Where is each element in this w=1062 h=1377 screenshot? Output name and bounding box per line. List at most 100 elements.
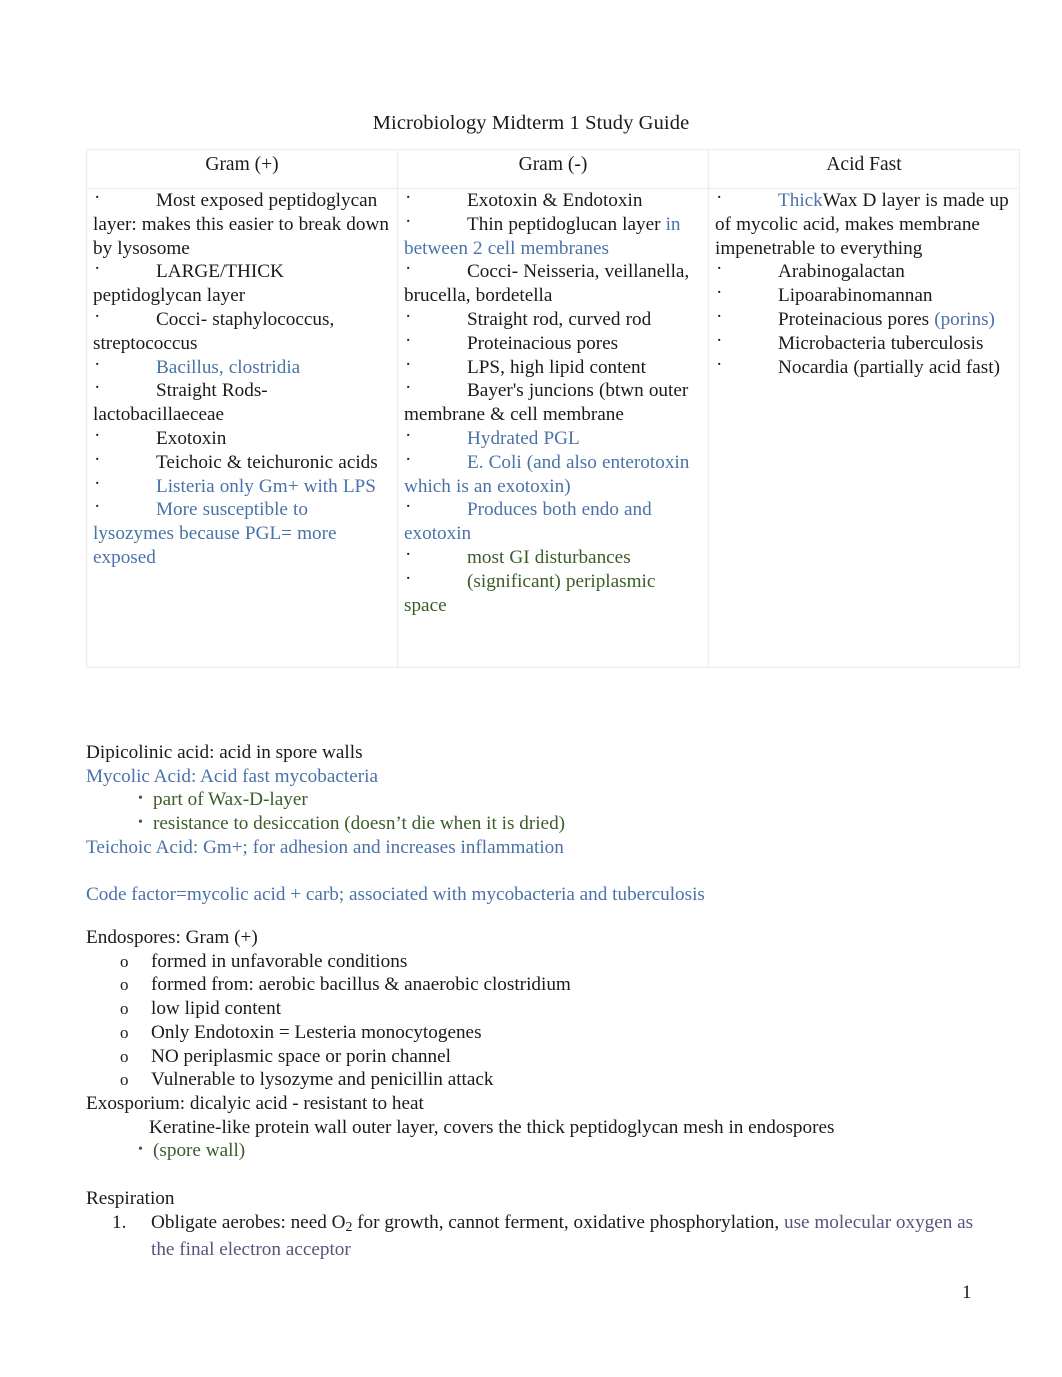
list-item-text: Straight rod, curved rod (404, 308, 702, 332)
code-factor-line: Code factor=mycolic acid + carb; associa… (86, 884, 705, 906)
text-run: Exotoxin & Endotoxin (467, 190, 643, 211)
list-item-text: Listeria only Gm+ with LPS (93, 475, 391, 499)
exosporium-line: Exosporium: dicalyic acid - resistant to… (86, 1092, 424, 1114)
list-item-text: Arabinogalactan (715, 260, 1013, 284)
list-item-text: More susceptible to lysozymes because PG… (93, 498, 391, 569)
list-item: More susceptible to lysozymes because PG… (93, 495, 391, 569)
list-item: Nocardia (partially acid fast) (715, 353, 1013, 380)
mycolic-acid-line: Mycolic Acid: Acid fast mycobacteria (86, 765, 378, 787)
text-run: Proteinacious pores (778, 308, 935, 330)
list-item-text: most GI disturbances (404, 546, 702, 570)
list-item: Vulnerable to lysozyme and penicillin at… (86, 1068, 986, 1092)
list-item-text: Exotoxin (93, 427, 391, 451)
list-item-text: Teichoic & teichuronic acids (93, 451, 391, 475)
list-item: LARGE/THICK peptidoglycan layer (93, 257, 391, 308)
column-header-gram-positive: Gram (+) (86, 149, 398, 189)
list-item-text: Produces both endo and exotoxin (404, 498, 702, 546)
list-item: Cocci- Neisseria, veillanella, brucella,… (404, 257, 702, 308)
list-item-text: E. Coli (and also enterotoxin which is a… (404, 451, 702, 499)
mycolic-acid-bullets: part of Wax-D-layer resistance to desicc… (86, 787, 986, 835)
cell-gram-negative: Exotoxin & EndotoxinThin peptidoglucan l… (397, 186, 709, 668)
text-run: Produces both endo and exotoxin (404, 499, 652, 545)
acids-section: Dipicolinic acid: acid in spore walls My… (86, 741, 986, 907)
page-title: Microbiology Midterm 1 Study Guide (372, 112, 690, 134)
list-item: low lipid content (86, 997, 986, 1021)
list-item: Obligate aerobes: need O2 for growth, ca… (86, 1211, 986, 1262)
table-body-row: Most exposed peptidoglycan layer: makes … (86, 186, 1020, 668)
endospores-list: formed in unfavorable conditions formed … (86, 950, 986, 1092)
text-run: Cocci- staphylococcus, streptococcus (93, 308, 335, 354)
text-run: E. Coli (and also enterotoxin which is a… (404, 451, 690, 497)
list-gram-negative: Exotoxin & EndotoxinThin peptidoglucan l… (404, 186, 702, 618)
list-item: part of Wax-D-layer (86, 787, 986, 812)
list-item: Only Endotoxin = Lesteria monocytogenes (86, 1021, 986, 1045)
list-item: Teichoic & teichuronic acids (93, 448, 391, 475)
list-item-text: LARGE/THICK peptidoglycan layer (93, 260, 391, 308)
list-item-text: Thin peptidoglucan layer in between 2 ce… (404, 213, 702, 261)
list-item: Thin peptidoglucan layer in between 2 ce… (404, 210, 702, 261)
list-item: Bayer's juncions (btwn outer membrane & … (404, 376, 702, 427)
endospores-heading: Endospores: Gram (+) (86, 927, 258, 948)
text-run: Proteinacious pores (467, 332, 619, 354)
text-run: (significant) periplasmic space (404, 570, 656, 616)
text-run: Lipoarabinomannan (778, 285, 933, 307)
cell-gram-positive: Most exposed peptidoglycan layer: makes … (86, 186, 398, 668)
list-item: Lipoarabinomannan (715, 281, 1013, 308)
list-item-text: Straight Rods- lactobacillaeceae (93, 379, 391, 427)
list-item-text: Bayer's juncions (btwn outer membrane & … (404, 379, 702, 427)
list-item: LPS, high lipid content (404, 353, 702, 380)
list-item: Straight Rods- lactobacillaeceae (93, 376, 391, 427)
list-item: Proteinacious pores (porins) (715, 305, 1013, 332)
list-item: Hydrated PGL (404, 424, 702, 451)
column-header-acid-fast: Acid Fast (708, 149, 1020, 189)
text-run: Wax D layer is made up of mycolic acid, … (715, 190, 1009, 259)
list-item: Straight rod, curved rod (404, 305, 702, 332)
exosporium-bullets: (spore wall) (86, 1138, 986, 1163)
list-item: Listeria only Gm+ with LPS (93, 472, 391, 499)
respiration-list: Obligate aerobes: need O2 for growth, ca… (86, 1211, 986, 1262)
respiration-section: Respiration Obligate aerobes: need O2 fo… (86, 1187, 986, 1262)
list-item: Most exposed peptidoglycan layer: makes … (93, 186, 391, 260)
list-item-text: Cocci- Neisseria, veillanella, brucella,… (404, 260, 702, 308)
list-item: Microbacteria tuberculosis (715, 329, 1013, 356)
list-item-text: Exotoxin & Endotoxin (404, 189, 702, 213)
cell-acid-fast: ThickWax D layer is made up of mycolic a… (708, 186, 1020, 668)
text-run: Nocardia (partially acid fast) (778, 356, 1000, 378)
list-acid-fast: ThickWax D layer is made up of mycolic a… (715, 186, 1013, 380)
list-item-text: ThickWax D layer is made up of mycolic a… (715, 189, 1013, 260)
page-number: 1 (962, 1282, 972, 1303)
text-run: for growth, cannot ferment, oxidative ph… (352, 1211, 784, 1233)
list-item-text: (significant) periplasmic space (404, 570, 702, 618)
text-run: Thin peptidoglucan layer (467, 213, 666, 235)
list-item: (significant) periplasmic space (404, 567, 702, 618)
exosporium-detail-line: Keratine-like protein wall outer layer, … (149, 1116, 835, 1138)
list-item: Exotoxin (93, 424, 391, 451)
list-item-text: LPS, high lipid content (404, 356, 702, 380)
list-item-text: Nocardia (partially acid fast) (715, 356, 1013, 380)
dipicolinic-acid-line: Dipicolinic acid: acid in spore walls (86, 742, 363, 763)
text-run: More susceptible to lysozymes because PG… (93, 499, 337, 568)
text-run: Bayer's juncions (btwn outer membrane & … (404, 380, 689, 426)
list-item-text: Bacillus, clostridia (93, 356, 391, 380)
comparison-table: Gram (+) Gram (-) Acid Fast Most exposed… (86, 149, 1020, 668)
list-item: Cocci- staphylococcus, streptococcus (93, 305, 391, 356)
text-run: Bacillus, clostridia (156, 356, 301, 378)
document-page: Microbiology Midterm 1 Study Guide Gram … (0, 0, 1062, 1377)
list-item-text: Proteinacious pores (porins) (715, 308, 1013, 332)
list-item: Produces both endo and exotoxin (404, 495, 702, 546)
list-item: (spore wall) (86, 1138, 986, 1163)
text-run: Hydrated PGL (467, 427, 580, 449)
respiration-heading: Respiration (86, 1188, 175, 1209)
text-run: Teichoic & teichuronic acids (156, 451, 378, 473)
list-item-text: Proteinacious pores (404, 332, 702, 356)
text-run: Listeria only Gm+ with LPS (156, 475, 376, 497)
list-item: Proteinacious pores (404, 329, 702, 356)
column-header-gram-negative: Gram (-) (397, 149, 709, 189)
list-item-text: Lipoarabinomannan (715, 284, 1013, 308)
list-item: Arabinogalactan (715, 257, 1013, 284)
text-run: Straight Rods- lactobacillaeceae (93, 380, 268, 426)
list-item-text: Most exposed peptidoglycan layer: makes … (93, 189, 391, 260)
list-item: E. Coli (and also enterotoxin which is a… (404, 448, 702, 499)
list-item: most GI disturbances (404, 543, 702, 570)
